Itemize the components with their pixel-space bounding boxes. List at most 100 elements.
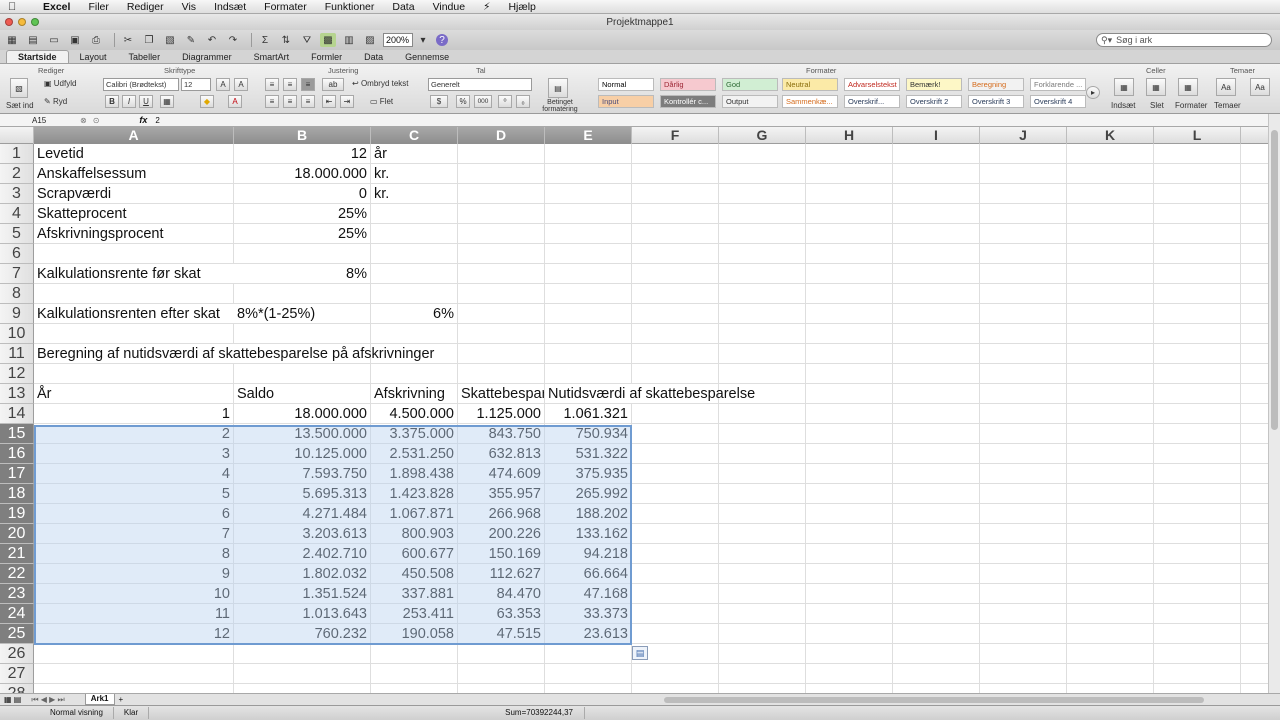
cell-F17[interactable] bbox=[632, 464, 719, 484]
insert-cells-button[interactable]: Indsæt bbox=[1111, 101, 1135, 110]
confirm-icon[interactable]: ⊙ bbox=[93, 116, 100, 125]
cell-A8[interactable] bbox=[34, 284, 234, 304]
cell-B23[interactable]: 1.351.524 bbox=[234, 584, 371, 604]
cell-E25[interactable]: 23.613 bbox=[545, 624, 632, 644]
cell-G4[interactable] bbox=[719, 204, 806, 224]
cell-G9[interactable] bbox=[719, 304, 806, 324]
cell-style-6[interactable]: Beregning bbox=[968, 78, 1024, 91]
cell-J16[interactable] bbox=[980, 444, 1067, 464]
cell-E22[interactable]: 66.664 bbox=[545, 564, 632, 584]
cell-J15[interactable] bbox=[980, 424, 1067, 444]
row-header-25[interactable]: 25 bbox=[0, 624, 34, 644]
cell-H11[interactable] bbox=[806, 344, 893, 364]
cell-F27[interactable] bbox=[632, 664, 719, 684]
cell-H9[interactable] bbox=[806, 304, 893, 324]
copy-icon[interactable]: ❐ bbox=[141, 33, 157, 47]
cell-L11[interactable] bbox=[1154, 344, 1241, 364]
delete-cells-button[interactable]: Slet bbox=[1150, 101, 1164, 110]
cell-I16[interactable] bbox=[893, 444, 980, 464]
cell-I15[interactable] bbox=[893, 424, 980, 444]
cell-K17[interactable] bbox=[1067, 464, 1154, 484]
fill-color-icon[interactable]: ◆ bbox=[200, 95, 214, 108]
cell-K18[interactable] bbox=[1067, 484, 1154, 504]
column-header-E[interactable]: E bbox=[545, 127, 632, 144]
cell-G17[interactable] bbox=[719, 464, 806, 484]
column-header-H[interactable]: H bbox=[806, 127, 893, 144]
cell-H21[interactable] bbox=[806, 544, 893, 564]
row-header-26[interactable]: 26 bbox=[0, 644, 34, 664]
cell-D17[interactable]: 474.609 bbox=[458, 464, 545, 484]
cell-I11[interactable] bbox=[893, 344, 980, 364]
cell-E16[interactable]: 531.322 bbox=[545, 444, 632, 464]
cell-I6[interactable] bbox=[893, 244, 980, 264]
menu-item-2[interactable]: Rediger bbox=[118, 1, 173, 13]
cell-D6[interactable] bbox=[458, 244, 545, 264]
cell-I26[interactable] bbox=[893, 644, 980, 664]
cell-B16[interactable]: 10.125.000 bbox=[234, 444, 371, 464]
cell-J28[interactable] bbox=[980, 684, 1067, 693]
cell-A12[interactable] bbox=[34, 364, 234, 384]
cell-I21[interactable] bbox=[893, 544, 980, 564]
cell-D2[interactable] bbox=[458, 164, 545, 184]
cell-G23[interactable] bbox=[719, 584, 806, 604]
cell-G10[interactable] bbox=[719, 324, 806, 344]
cell-G18[interactable] bbox=[719, 484, 806, 504]
cell-C1[interactable]: år bbox=[371, 144, 458, 164]
spreadsheet-grid[interactable]: ABCDEFGHIJKL 1 Levetid 12 år 2 Anskaffelsessu… bbox=[0, 127, 1268, 693]
cell-B15[interactable]: 13.500.000 bbox=[234, 424, 371, 444]
script-menu-icon[interactable]: ⚡ bbox=[474, 1, 499, 13]
cell-F7[interactable] bbox=[632, 264, 719, 284]
menu-item-6[interactable]: Funktioner bbox=[316, 1, 384, 13]
cell-G21[interactable] bbox=[719, 544, 806, 564]
cell-B5[interactable]: 25% bbox=[234, 224, 371, 244]
filter-icon[interactable]: ⛛ bbox=[299, 33, 315, 47]
cell-A13[interactable]: År bbox=[34, 384, 234, 404]
ribbon-tab-4[interactable]: SmartArt bbox=[243, 51, 301, 63]
cell-B4[interactable]: 25% bbox=[234, 204, 371, 224]
cell-B19[interactable]: 4.271.484 bbox=[234, 504, 371, 524]
cell-G24[interactable] bbox=[719, 604, 806, 624]
cell-J13[interactable] bbox=[980, 384, 1067, 404]
cell-A19[interactable]: 6 bbox=[34, 504, 234, 524]
cell-E14[interactable]: 1.061.321 bbox=[545, 404, 632, 424]
cell-B2[interactable]: 18.000.000 bbox=[234, 164, 371, 184]
cell-L5[interactable] bbox=[1154, 224, 1241, 244]
cell-C25[interactable]: 190.058 bbox=[371, 624, 458, 644]
column-header-C[interactable]: C bbox=[371, 127, 458, 144]
cell-G2[interactable] bbox=[719, 164, 806, 184]
cell-E3[interactable] bbox=[545, 184, 632, 204]
cell-B3[interactable]: 0 bbox=[234, 184, 371, 204]
ribbon-tab-5[interactable]: Formler bbox=[300, 51, 353, 63]
cell-K21[interactable] bbox=[1067, 544, 1154, 564]
cell-B14[interactable]: 18.000.000 bbox=[234, 404, 371, 424]
cell-L27[interactable] bbox=[1154, 664, 1241, 684]
cell-style-8[interactable]: Input bbox=[598, 95, 654, 108]
cell-G7[interactable] bbox=[719, 264, 806, 284]
cell-H15[interactable] bbox=[806, 424, 893, 444]
font-color-icon[interactable]: A bbox=[228, 95, 242, 108]
zoom-field[interactable]: 200% bbox=[383, 33, 413, 47]
new-workbook-icon[interactable]: ▦ bbox=[4, 33, 20, 47]
column-header-A[interactable]: A bbox=[34, 127, 234, 144]
paste-icon[interactable]: ▧ bbox=[10, 78, 28, 98]
conditional-formatting-button[interactable]: Betinget formatering bbox=[538, 99, 582, 113]
cell-L14[interactable] bbox=[1154, 404, 1241, 424]
cell-I20[interactable] bbox=[893, 524, 980, 544]
formula-input[interactable]: 2 bbox=[155, 116, 159, 125]
cell-F9[interactable] bbox=[632, 304, 719, 324]
cell-C18[interactable]: 1.423.828 bbox=[371, 484, 458, 504]
cell-B28[interactable] bbox=[234, 684, 371, 693]
cell-L17[interactable] bbox=[1154, 464, 1241, 484]
vertical-scroll-thumb[interactable] bbox=[1271, 130, 1278, 430]
cell-H24[interactable] bbox=[806, 604, 893, 624]
cell-style-14[interactable]: Overskrift 3 bbox=[968, 95, 1024, 108]
cell-A10[interactable] bbox=[34, 324, 234, 344]
cell-D7[interactable] bbox=[458, 264, 545, 284]
cell-C21[interactable]: 600.677 bbox=[371, 544, 458, 564]
cell-E9[interactable] bbox=[545, 304, 632, 324]
cell-H13[interactable] bbox=[806, 384, 893, 404]
cell-K9[interactable] bbox=[1067, 304, 1154, 324]
cell-B22[interactable]: 1.802.032 bbox=[234, 564, 371, 584]
cell-G6[interactable] bbox=[719, 244, 806, 264]
increase-indent-icon[interactable]: ⇥ bbox=[340, 95, 354, 108]
